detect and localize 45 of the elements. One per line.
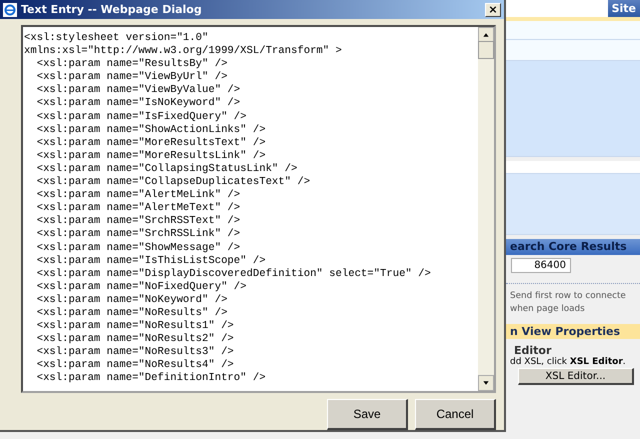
editor-title: Editor [513, 344, 552, 357]
xsl-editor-button[interactable]: XSL Editor... [518, 368, 634, 385]
cancel-button[interactable]: Cancel [415, 399, 496, 430]
option-label: Send first row to connecte [509, 290, 627, 303]
code-line: <xsl:param name="ViewByValue" /> [36, 84, 242, 97]
option-label: when page loads [509, 303, 586, 316]
code-line: <xsl:param name="AlertMeText" /> [36, 202, 242, 215]
code-line: <xsl:param name="IsThisListScope" /> [36, 254, 267, 268]
text-area[interactable] [21, 25, 496, 393]
scroll-down-icon[interactable] [478, 375, 494, 391]
scroll-thumb[interactable] [478, 41, 494, 59]
code-line: <xsl:param name="ViewByUrl" /> [36, 71, 228, 84]
code-line: <xsl:param name="ShowMessage" /> [36, 242, 242, 255]
code-line: <xsl:param name="CollapseDuplicatesText" /> [36, 176, 312, 189]
code-line: <xsl:param name="NoKeyword" /> [36, 294, 228, 307]
code-line: <xsl:param name="NoResults1" /> [36, 320, 235, 333]
code-line: <xsl:param name="IsNoKeyword" /> [36, 97, 242, 111]
code-line: <xsl:param name="DisplayDiscoveredDefinition" select="True" /> [36, 268, 432, 281]
code-line: <xsl:param name="ShowActionLinks" /> [36, 124, 267, 137]
save-button[interactable]: Save [327, 399, 408, 430]
code-line: <xsl:param name="AlertMeLink" /> [36, 189, 242, 202]
code-line: <xsl:stylesheet version="1.0" [24, 32, 210, 45]
section-header: earch Core Results [506, 239, 640, 255]
code-line: xmlns:xsl="http://www.w3.org/1999/XSL/Transform" > [24, 45, 343, 58]
window-title: Text Entry -- Webpage Dialog [21, 3, 203, 16]
site-tab[interactable]: Site [608, 0, 640, 17]
code-line: <xsl:param name="NoResults2" /> [36, 333, 235, 346]
code-line: <xsl:param name="ResultsBy" /> [36, 58, 228, 71]
code-line: <xsl:param name="NoFixedQuery" /> [36, 280, 248, 294]
code-line: <xsl:param name="MoreResultsLink" /> [36, 150, 267, 163]
code-line: <xsl:param name="DefinitionIntro" /> [36, 372, 267, 386]
code-line: <xsl:param name="NoResults3" /> [36, 346, 235, 359]
code-line: <xsl:param name="NoResults" /> [36, 306, 228, 320]
code-line: <xsl:param name="MoreResultsText" /> [36, 136, 267, 150]
properties-header: n View Properties [506, 324, 640, 339]
cache-field[interactable]: 86400 [511, 258, 571, 273]
browser-icon [3, 2, 17, 16]
code-line: <xsl:param name="SrchRSSText" /> [36, 215, 242, 228]
code-line: <xsl:param name="CollapsingStatusLink" /> [36, 162, 298, 176]
close-button[interactable]: × [485, 2, 501, 16]
scroll-bar[interactable] [478, 27, 494, 391]
code-line: <xsl:param name="SrchRSSLink" /> [36, 228, 242, 242]
code-line: <xsl:param name="NoResults4" /> [36, 359, 235, 372]
editor-hint: dd XSL, click XSL Editor. [509, 357, 627, 367]
code-line: <xsl:param name="IsFixedQuery" /> [36, 110, 248, 124]
